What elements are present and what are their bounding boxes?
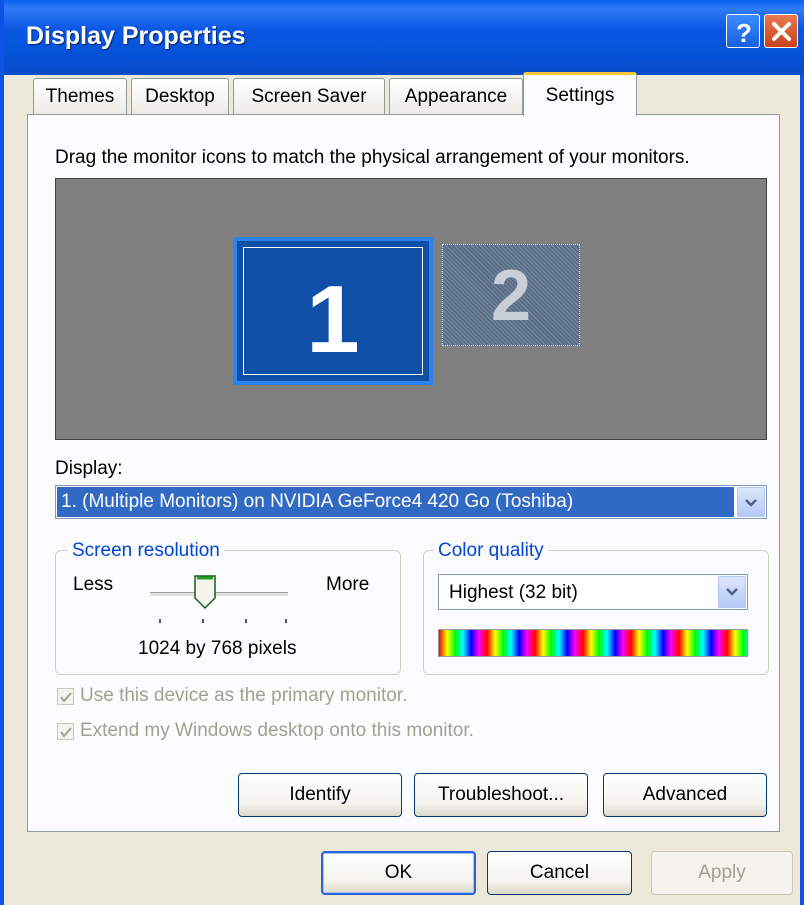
checkmark-icon <box>60 691 72 703</box>
color-quality-title: Color quality <box>434 540 548 562</box>
display-dropdown-button[interactable] <box>737 487 765 517</box>
tab-label: Themes <box>45 85 115 107</box>
help-icon: ? <box>736 18 752 48</box>
resolution-slider-thumb[interactable] <box>193 574 217 615</box>
extend-desktop-checkbox[interactable] <box>57 722 74 740</box>
apply-button[interactable]: Apply <box>651 851 793 895</box>
primary-monitor-checkbox[interactable] <box>57 687 74 705</box>
close-button[interactable] <box>764 14 798 48</box>
extend-desktop-label: Extend my Windows desktop onto this moni… <box>80 720 474 741</box>
monitor-instruction: Drag the monitor icons to match the phys… <box>55 147 690 168</box>
close-icon <box>772 22 791 41</box>
svg-text:?: ? <box>736 18 752 48</box>
color-spectrum-bar <box>438 629 748 657</box>
color-quality-select[interactable]: Highest (32 bit) <box>438 574 748 610</box>
window-title: Display Properties <box>26 22 246 50</box>
primary-monitor-checkbox-row[interactable]: Use this device as the primary monitor. <box>57 685 407 707</box>
chevron-down-icon <box>726 588 738 596</box>
color-quality-dropdown-button[interactable] <box>718 576 746 608</box>
checkmark-icon <box>60 726 72 738</box>
resolution-slider-track[interactable] <box>150 592 288 597</box>
monitor-1-icon[interactable]: 1 <box>233 237 433 385</box>
tab-screen-saver[interactable]: Screen Saver <box>233 78 385 114</box>
ok-button[interactable]: OK <box>321 851 476 895</box>
primary-monitor-label: Use this device as the primary monitor. <box>80 685 408 706</box>
tab-desktop[interactable]: Desktop <box>131 78 229 114</box>
display-label: Display: <box>55 458 123 479</box>
slider-tick <box>202 619 204 623</box>
slider-tick <box>245 619 247 623</box>
extend-desktop-checkbox-row[interactable]: Extend my Windows desktop onto this moni… <box>57 720 474 742</box>
tab-label: Desktop <box>145 85 215 107</box>
tab-label: Screen Saver <box>251 85 367 107</box>
monitor-2-number: 2 <box>490 256 532 336</box>
resolution-less-label: Less <box>73 574 114 595</box>
troubleshoot-button[interactable]: Troubleshoot... <box>414 773 588 817</box>
chevron-down-icon <box>745 499 757 507</box>
help-button[interactable]: ? <box>726 14 760 48</box>
display-select-value: 1. (Multiple Monitors) on NVIDIA GeForce… <box>57 487 734 517</box>
identify-button[interactable]: Identify <box>238 773 402 817</box>
cancel-button[interactable]: Cancel <box>487 851 632 895</box>
tab-label: Appearance <box>404 85 508 107</box>
tab-appearance[interactable]: Appearance <box>389 78 523 114</box>
monitor-2-icon[interactable]: 2 <box>442 244 580 346</box>
tab-settings[interactable]: Settings <box>523 72 637 116</box>
resolution-value: 1024 by 768 pixels <box>138 638 297 659</box>
slider-tick <box>285 619 287 623</box>
tab-themes[interactable]: Themes <box>33 78 127 114</box>
screen-resolution-title: Screen resolution <box>68 540 224 562</box>
slider-tick <box>159 619 161 623</box>
tab-label: Settings <box>545 84 615 106</box>
color-quality-value: Highest (32 bit) <box>449 582 578 603</box>
advanced-button[interactable]: Advanced <box>603 773 767 817</box>
display-select[interactable]: 1. (Multiple Monitors) on NVIDIA GeForce… <box>55 485 767 519</box>
monitor-1-number: 1 <box>306 266 360 373</box>
resolution-more-label: More <box>326 574 370 595</box>
title-bar[interactable]: Display Properties ? <box>4 0 804 75</box>
